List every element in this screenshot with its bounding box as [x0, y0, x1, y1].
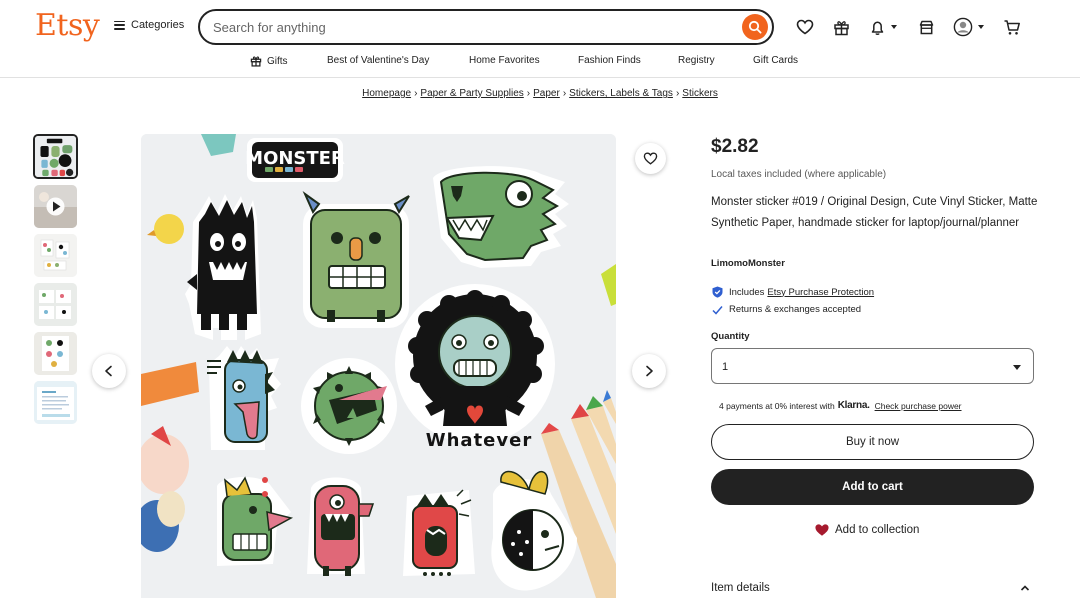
categories-label: Categories — [131, 19, 185, 31]
breadcrumb-separator: › — [675, 88, 680, 99]
thumbnail-image — [35, 136, 76, 177]
product-price: $2.82 — [711, 136, 759, 157]
chevron-down-icon — [978, 25, 984, 29]
breadcrumb-stickers[interactable]: Stickers — [682, 88, 718, 99]
thumbnail-image — [34, 381, 77, 424]
quantity-select[interactable]: 1 — [711, 348, 1034, 384]
search-bar — [198, 9, 774, 45]
quantity-value: 1 — [722, 361, 729, 373]
shield-check-icon — [712, 286, 723, 298]
klarna-text: 4 payments at 0% interest with — [719, 400, 835, 411]
thumbnail-5[interactable] — [34, 332, 77, 375]
breadcrumb-separator: › — [414, 88, 418, 99]
thumbnail-3[interactable] — [34, 234, 77, 277]
bell-icon — [871, 21, 884, 35]
notifications-button[interactable] — [869, 16, 897, 38]
chevron-right-icon — [646, 365, 653, 377]
thumbnail-image — [34, 234, 77, 277]
purchase-protection-link[interactable]: Etsy Purchase Protection — [767, 287, 874, 298]
subnav-home-favorites[interactable]: Home Favorites — [469, 55, 540, 66]
shop-manager-button[interactable] — [918, 16, 935, 38]
gifts-button[interactable] — [833, 16, 850, 38]
gift-icon — [250, 56, 262, 67]
shop-icon — [919, 20, 934, 34]
klarna-row: 4 payments at 0% interest with Klarna. C… — [719, 400, 962, 411]
breadcrumb: Homepage › Paper & Party Supplies › Paper › St… — [0, 88, 1080, 99]
item-details-label: Item details — [711, 582, 770, 594]
quantity-label: Quantity — [711, 331, 750, 342]
shop-name-link[interactable]: LimomoMonster — [711, 258, 785, 269]
buy-it-now-button[interactable]: Buy it now — [711, 424, 1034, 460]
protection-prefix: Includes — [729, 286, 765, 298]
cart-button[interactable] — [1003, 16, 1021, 38]
add-to-cart-button[interactable]: Add to cart — [711, 469, 1034, 505]
search-button[interactable] — [742, 14, 768, 40]
caret-down-icon — [1013, 365, 1021, 370]
returns-text: Returns & exchanges accepted — [729, 304, 862, 315]
subnav-registry[interactable]: Registry — [678, 55, 715, 66]
etsy-logo[interactable]: Etsy — [35, 8, 100, 43]
thumbnail-image — [34, 185, 77, 228]
product-title: Monster sticker #019 / Original Design, … — [711, 196, 1038, 229]
thumbnail-image — [34, 283, 77, 326]
product-photo: MONSTER Whatever — [141, 134, 616, 598]
klarna-logo: Klarna. — [837, 400, 870, 411]
chevron-left-icon — [105, 365, 112, 377]
thumbnail-1[interactable] — [33, 134, 78, 179]
thumbnail-6[interactable] — [34, 381, 77, 424]
favorites-button[interactable] — [796, 16, 814, 38]
breadcrumb-stickers-labels[interactable]: Stickers, Labels & Tags — [569, 88, 673, 99]
heart-filled-icon — [815, 524, 829, 536]
subnav-gifts[interactable]: Gifts — [250, 55, 288, 67]
subnav-fashion-finds[interactable]: Fashion Finds — [578, 55, 641, 66]
tax-note: Local taxes included (where applicable) — [711, 169, 887, 180]
breadcrumb-separator: › — [562, 88, 567, 99]
subnav-valentines[interactable]: Best of Valentine's Day — [327, 55, 429, 66]
next-image-button[interactable] — [632, 354, 666, 388]
chevron-up-icon — [1020, 585, 1030, 591]
breadcrumb-separator: › — [526, 88, 531, 99]
heart-outline-icon — [643, 152, 658, 165]
account-button[interactable] — [953, 16, 984, 38]
breadcrumb-paper-party[interactable]: Paper & Party Supplies — [420, 88, 523, 99]
thumbnail-4[interactable] — [34, 283, 77, 326]
search-input[interactable] — [213, 18, 723, 36]
subnav-label: Gifts — [267, 55, 288, 67]
returns-row: Returns & exchanges accepted — [712, 304, 861, 315]
purchase-protection-row: Includes Etsy Purchase Protection — [712, 286, 874, 298]
klarna-link[interactable]: Check purchase power — [875, 401, 962, 411]
previous-image-button[interactable] — [92, 354, 126, 388]
add-to-collection-label: Add to collection — [835, 524, 920, 536]
category-subnav: Gifts Best of Valentine's Day Home Favor… — [0, 55, 1080, 69]
categories-button[interactable]: Categories — [114, 19, 184, 31]
checkmark-icon — [712, 305, 723, 315]
avatar-icon — [953, 17, 973, 37]
subnav-gift-cards[interactable]: Gift Cards — [753, 55, 798, 66]
main-product-image[interactable]: MONSTER Whatever — [141, 134, 616, 598]
breadcrumb-homepage[interactable]: Homepage — [362, 88, 411, 99]
search-icon — [748, 20, 762, 34]
whatever-caption: Whatever — [426, 430, 532, 451]
heart-outline-icon — [796, 19, 814, 35]
site-header: Etsy Categories Search for anything Gift… — [0, 0, 1080, 78]
add-to-collection-button[interactable]: Add to collection — [814, 523, 919, 537]
monster-logo-text: MONSTER — [245, 148, 345, 169]
cart-icon — [1004, 19, 1020, 35]
breadcrumb-paper[interactable]: Paper — [533, 88, 560, 99]
chevron-down-icon — [891, 25, 897, 29]
favorite-item-button[interactable] — [635, 143, 666, 174]
gift-icon — [834, 20, 849, 35]
hamburger-icon — [114, 20, 125, 30]
thumbnail-video[interactable] — [34, 185, 77, 228]
item-details-toggle[interactable]: Item details — [711, 582, 1034, 594]
thumbnail-image — [34, 332, 77, 375]
